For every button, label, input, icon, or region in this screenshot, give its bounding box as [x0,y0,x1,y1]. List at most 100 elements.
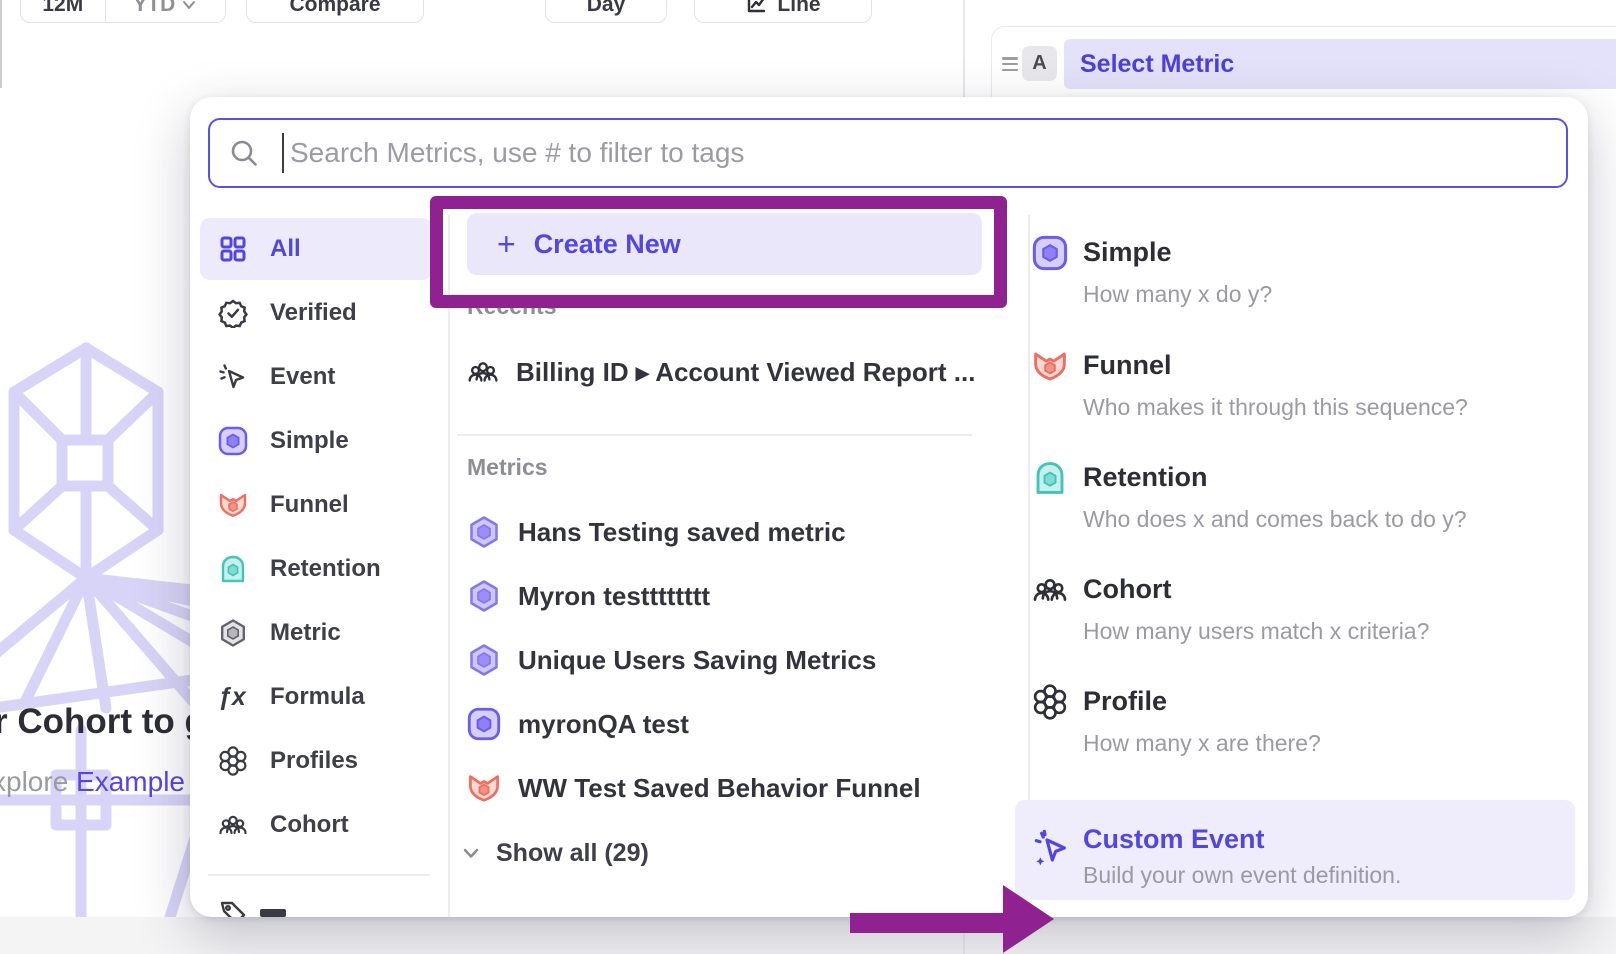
day-button[interactable]: Day [545,0,667,23]
retention-metric-icon [218,554,248,584]
metric-list-item[interactable]: Unique Users Saving Metrics [467,640,876,680]
show-all-toggle[interactable]: Show all (29) [460,837,649,869]
chevron-down-icon [181,0,197,13]
retention-metric-icon [1032,460,1068,501]
show-all-label: Show all (29) [496,839,649,868]
type-desc: Build your own event definition. [1083,862,1401,889]
create-new-button[interactable]: + Create New [467,213,982,275]
sidebar-item-tags-partial[interactable] [218,897,438,917]
column-divider-left [448,215,450,917]
sidebar-item-all[interactable]: All [200,218,432,280]
funnel-metric-icon [218,490,248,520]
sidebar-item-label: Cohort [270,811,349,839]
type-title: Cohort [1083,574,1171,605]
page-left-edge [0,0,2,88]
sidebar-item-label: Funnel [270,491,349,519]
sidebar-item-label: All [270,235,301,263]
sidebar-item-verified[interactable]: Verified [200,282,432,344]
chevron-down-icon [460,842,482,864]
cohort-people-icon [218,810,248,840]
range-ytd-button[interactable]: YTD [105,0,225,22]
day-label: Day [587,0,626,17]
below-modal-strip [0,917,1616,954]
type-desc: How many x do y? [1083,281,1272,308]
sidebar-item-funnel[interactable]: Funnel [200,474,432,536]
profiles-flower-icon [1032,684,1068,725]
type-desc: Who does x and comes back to do y? [1083,506,1467,533]
sidebar-item-profiles[interactable]: Profiles [200,730,432,792]
cohort-people-icon [467,356,499,388]
metric-list-item[interactable]: Hans Testing saved metric [467,512,846,552]
compare-button[interactable]: Compare [246,0,424,23]
metric-list-item[interactable]: WW Test Saved Behavior Funnel [467,768,921,808]
search-icon [228,137,260,169]
explore-prefix: xplore [0,766,76,797]
sidebar-item-metric[interactable]: Metric [200,602,432,664]
range-ytd-label: YTD [133,0,175,17]
recent-item-billing[interactable]: Billing ID ▸ Account Viewed Report ... [467,352,975,392]
type-desc: How many x are there? [1083,730,1321,757]
sidebar-item-label: Formula [270,683,365,711]
sidebar-item-label: Simple [270,427,349,455]
metric-item-label: Hans Testing saved metric [518,517,846,548]
grid-icon [218,234,248,264]
range-12m-label: 12M [42,0,83,17]
saved-metric-hexagon-icon [467,515,501,549]
create-new-label: Create New [534,229,681,260]
date-range-segmented-control: 12M YTD [20,0,226,23]
sidebar-item-label: Verified [270,299,357,327]
metric-item-label: myronQA test [518,709,689,740]
text-cursor [282,133,284,173]
metric-list-item[interactable]: Myron testttttttt [467,576,710,616]
metric-list-item[interactable]: myronQA test [467,704,689,744]
metrics-header: Metrics [467,454,548,481]
drag-handle-icon[interactable] [1002,57,1018,71]
event-cursor-icon [218,362,248,392]
sidebar-item-cohort[interactable]: Cohort [200,794,432,856]
row-letter-badge[interactable]: A [1022,46,1057,81]
line-chart-icon [745,0,767,15]
sidebar-item-formula[interactable]: ƒx Formula [200,666,432,728]
metric-item-label: Myron testttttttt [518,581,710,612]
sidebar-item-retention[interactable]: Retention [200,538,432,600]
type-title: Funnel [1083,350,1172,381]
type-desc: How many users match x criteria? [1083,618,1429,645]
plus-icon: + [497,231,516,257]
sidebar-item-simple[interactable]: Simple [200,410,432,472]
select-metric-pill[interactable]: Select Metric [1064,39,1616,89]
saved-metric-hexagon-icon [467,579,501,613]
type-title: Retention [1083,462,1208,493]
metric-item-label: Unique Users Saving Metrics [518,645,876,676]
search-input[interactable] [288,136,1492,170]
range-12m-button[interactable]: 12M [21,0,105,22]
verified-badge-icon [218,298,248,328]
line-chart-type-button[interactable]: Line [694,0,872,23]
sidebar-item-event[interactable]: Event [200,346,432,408]
recent-item-label: Billing ID ▸ Account Viewed Report ... [516,357,975,388]
recents-divider [457,434,972,436]
type-title: Simple [1083,237,1172,268]
metric-item-label: WW Test Saved Behavior Funnel [518,773,921,804]
line-label: Line [777,0,820,17]
simple-metric-icon [218,426,248,456]
simple-metric-icon [467,707,501,741]
saved-metric-hexagon-icon [467,643,501,677]
type-desc: Who makes it through this sequence? [1083,394,1468,421]
profiles-flower-icon [218,746,248,776]
empty-state-subtext: xplore Example R [0,766,213,798]
search-bar[interactable] [208,118,1568,188]
cohort-people-icon [1032,572,1068,613]
custom-event-cursor-icon [1031,828,1071,873]
compare-label: Compare [289,0,380,17]
type-title: Profile [1083,686,1167,717]
funnel-metric-icon [1032,348,1068,389]
sidebar-item-label: Retention [270,555,381,583]
formula-icon: ƒx [218,683,248,712]
sidebar-item-label: Event [270,363,335,391]
metric-hexagon-icon [218,618,248,648]
sidebar-item-label: Profiles [270,747,358,775]
app-screen: 12M YTD Compare Day Line r Cohort to ge … [0,0,1616,954]
recents-header: Recents [467,293,556,320]
funnel-metric-icon [467,771,501,805]
type-entry-custom-event[interactable]: Custom Event Build your own event defini… [1015,800,1575,900]
